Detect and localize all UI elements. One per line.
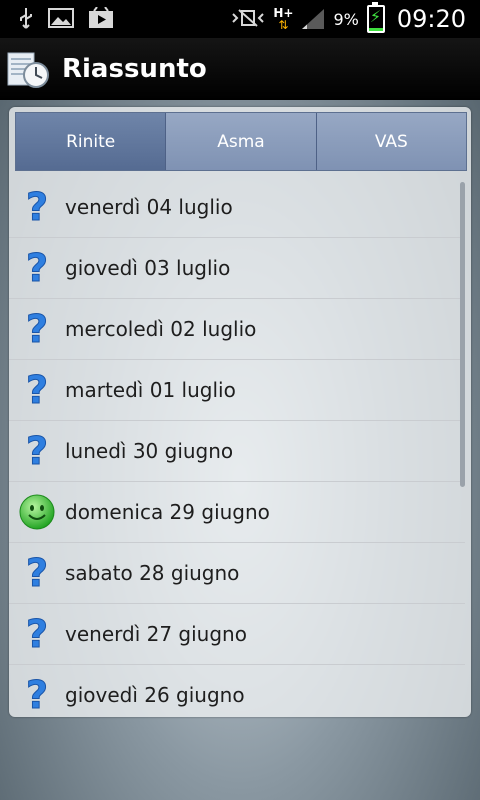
question-icon: ?: [19, 677, 55, 713]
list-item[interactable]: domenica 29 giugno: [9, 482, 465, 543]
list-item-label: giovedì 26 giugno: [65, 683, 245, 707]
svg-text:?: ?: [26, 616, 48, 652]
svg-text:?: ?: [26, 677, 48, 713]
question-icon: ?: [19, 189, 55, 225]
question-icon: ?: [19, 555, 55, 591]
data-arrows-icon: ⇅: [278, 18, 289, 32]
list-item[interactable]: ? giovedì 03 luglio: [9, 238, 465, 299]
status-bar: H+ ⇅ 9% ⚡ 09:20: [0, 0, 480, 38]
tab-asma[interactable]: Asma: [165, 113, 316, 170]
svg-text:?: ?: [26, 372, 48, 408]
action-bar: Riassunto: [0, 38, 480, 100]
list-item-label: lunedì 30 giugno: [65, 439, 234, 463]
page-title: Riassunto: [62, 54, 207, 84]
list-item[interactable]: ? mercoledì 02 luglio: [9, 299, 465, 360]
question-icon: ?: [19, 372, 55, 408]
day-list[interactable]: ? venerdì 04 luglio ? giovedì 03 luglio …: [9, 177, 465, 717]
signal-icon: [301, 8, 325, 30]
list-item[interactable]: ? lunedì 30 giugno: [9, 421, 465, 482]
svg-text:?: ?: [26, 555, 48, 591]
list-item-label: venerdì 04 luglio: [65, 195, 233, 219]
question-icon: ?: [19, 250, 55, 286]
clock: 09:20: [396, 5, 466, 33]
question-icon: ?: [19, 433, 55, 469]
svg-text:?: ?: [26, 189, 48, 225]
svg-text:?: ?: [26, 311, 48, 347]
summary-panel: Rinite Asma VAS ? venerdì 04 luglio ? gi…: [9, 107, 471, 717]
list-item-label: martedì 01 luglio: [65, 378, 236, 402]
usb-icon: [18, 7, 34, 32]
svg-text:?: ?: [26, 433, 48, 469]
smiley-icon: [19, 494, 55, 530]
list-item-label: venerdì 27 giugno: [65, 622, 247, 646]
battery-icon: ⚡: [366, 2, 385, 33]
battery-percent: 9%: [333, 9, 359, 29]
list-item-label: domenica 29 giugno: [65, 500, 270, 524]
image-icon: [48, 7, 74, 31]
question-icon: ?: [19, 616, 55, 652]
list-item-label: mercoledì 02 luglio: [65, 317, 257, 341]
play-icon: [88, 5, 114, 32]
network-type: H+ ⇅: [273, 7, 293, 31]
mute-vibrate-icon: [231, 8, 265, 31]
list-item[interactable]: ? venerdì 04 luglio: [9, 177, 465, 238]
list-item[interactable]: ? sabato 28 giugno: [9, 543, 465, 604]
list-item[interactable]: ? giovedì 26 giugno: [9, 665, 465, 717]
tab-vas[interactable]: VAS: [315, 113, 466, 170]
list-item-label: giovedì 03 luglio: [65, 256, 231, 280]
list-item[interactable]: ? venerdì 27 giugno: [9, 604, 465, 665]
list-scrollbar[interactable]: [460, 182, 465, 487]
tab-bar: Rinite Asma VAS: [15, 112, 467, 171]
app-clock-calendar-icon[interactable]: [6, 47, 50, 91]
tab-label: Rinite: [66, 131, 116, 152]
tab-rinite[interactable]: Rinite: [16, 113, 166, 170]
list-item-label: sabato 28 giugno: [65, 561, 240, 585]
list-item[interactable]: ? martedì 01 luglio: [9, 360, 465, 421]
tab-label: Asma: [217, 131, 265, 152]
question-icon: ?: [19, 311, 55, 347]
tab-label: VAS: [374, 131, 408, 152]
svg-text:?: ?: [26, 250, 48, 286]
